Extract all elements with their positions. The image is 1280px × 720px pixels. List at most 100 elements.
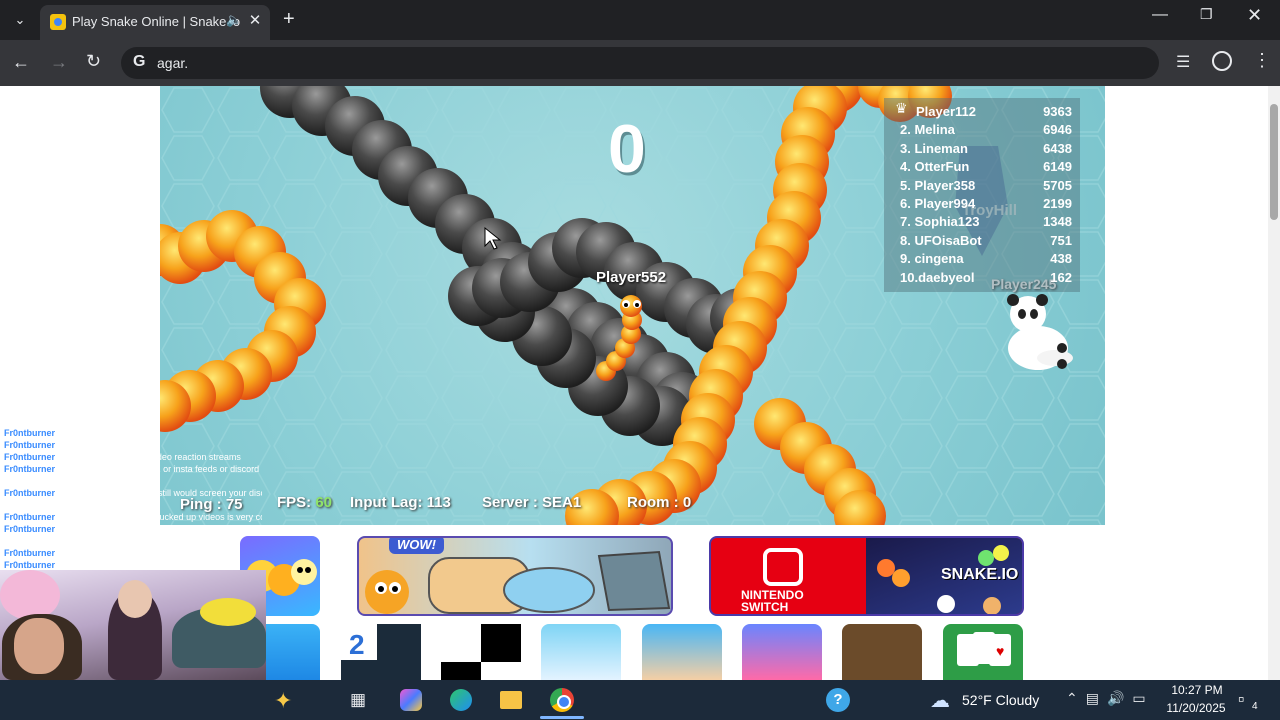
game-canvas[interactable]: TroyHill 0 Player552 Player245 ♛ Player1… [160, 86, 1105, 525]
leaderboard-name: 4. OtterFun [900, 159, 970, 175]
game-tile-2048[interactable]: 2 [341, 624, 421, 680]
leaderboard-row: 7. Sophia123 1348 [884, 214, 1080, 232]
room-stat: Room : 0 [627, 494, 692, 511]
tile-solitaire-art: ♥ [957, 632, 1011, 666]
media-control-icon[interactable]: ☰ [1176, 52, 1190, 72]
active-app-indicator [540, 716, 584, 719]
window-close-icon[interactable]: ✕ [1247, 5, 1262, 26]
fps-stat: FPS: 60 [277, 494, 332, 511]
speaker-icon[interactable]: 🔈 [226, 12, 242, 28]
chat-line: Fr0ntburner Slave labor I like it [4, 548, 262, 558]
plus-icon[interactable]: + [283, 8, 295, 30]
game-stats: FPS: 60 Input Lag: 113 Server : SEA1 Roo… [277, 494, 797, 514]
score-display: 0 [608, 111, 646, 187]
leaderboard-name: 2. Melina [900, 122, 955, 138]
cloud-icon[interactable]: ☁ [930, 688, 950, 713]
leaderboard-score: 438 [1050, 251, 1072, 267]
game-tile-wood-block[interactable] [842, 624, 922, 680]
leaderboard-row: 9. cingena 438 [884, 251, 1080, 269]
input-lag-stat: Input Lag: 113 [350, 494, 451, 511]
m365-icon[interactable] [400, 689, 422, 711]
snake-io-favicon-icon [50, 14, 66, 30]
game-tile-ear[interactable] [642, 624, 722, 680]
notification-icon[interactable]: ▫ [1238, 689, 1244, 710]
leaderboard-name: 7. Sophia123 [900, 214, 980, 230]
svg-text:♥: ♥ [996, 643, 1004, 659]
leaderboard-name: 9. cingena [900, 251, 964, 267]
page-scrollbar[interactable] [1268, 86, 1280, 680]
clock-date[interactable]: 11/20/2025 [1158, 701, 1234, 715]
weather-text[interactable]: 52°F Cloudy [962, 692, 1039, 708]
webcam-overlay [0, 570, 266, 680]
leaderboard-name: 6. Player994 [900, 196, 976, 211]
chat-username: Fr0ntburner [4, 464, 56, 474]
leaderboard-row: 10.daebyeol 162 [884, 270, 1080, 288]
nintendo-switch-ad[interactable]: NINTENDO SWITCH SNAKE.IO [709, 536, 1024, 616]
game-tile-solitaire[interactable]: ♥ [943, 624, 1023, 680]
wow-game-ad[interactable]: WOW! [357, 536, 673, 616]
address-input[interactable]: agar. [157, 55, 188, 71]
chat-username: Fr0ntburner [4, 452, 56, 462]
network-icon[interactable]: ▤ [1086, 690, 1107, 706]
google-icon: G [133, 53, 146, 70]
snake-io-promo: SNAKE.IO [866, 538, 1022, 614]
browser-tab-bar: ⌄ Play Snake Online | Snake.io 🔈 ✕ + — ❐… [0, 0, 1280, 40]
streamer-right-face [118, 580, 152, 618]
file-explorer-icon[interactable] [500, 691, 522, 709]
chat-message: You could always pay some Indian dude $5… [58, 524, 262, 534]
leaderboard-row: 5. Player358 5705 [884, 178, 1080, 196]
chevron-down-icon[interactable]: ⌄ [8, 8, 32, 32]
minimize-icon[interactable]: — [1152, 6, 1168, 24]
leaderboard-score: 2199 [1043, 196, 1072, 211]
scroll-thumb[interactable] [1270, 104, 1278, 220]
ping-stat: Ping : 75 [180, 496, 243, 513]
arrow-right-icon[interactable]: → [50, 52, 68, 73]
restore-icon[interactable]: ❐ [1200, 6, 1213, 23]
chat-username: Fr0ntburner [4, 524, 56, 534]
edge-icon[interactable] [450, 689, 472, 711]
chat-line: submissions [4, 476, 262, 486]
help-icon[interactable]: ? [826, 688, 850, 712]
chat-message: Slave labor I like it [58, 548, 132, 558]
copilot-icon[interactable]: ✦ [274, 688, 292, 714]
svg-text:2: 2 [349, 629, 365, 660]
leaderboard-name: 10.daebyeol [900, 269, 975, 285]
clock-time[interactable]: 10:27 PM [1164, 683, 1230, 697]
server-stat: Server : SEA1 [482, 494, 582, 511]
volume-icon[interactable]: 🔊 [1107, 690, 1132, 706]
plush-yellow [200, 598, 256, 626]
arrow-left-icon[interactable]: ← [12, 52, 30, 73]
tile-bw-art [441, 624, 521, 680]
game-tile-black-white[interactable] [441, 624, 521, 680]
browser-toolbar: ← → ↻ G agar. ☰ ⋮ [0, 40, 1280, 86]
address-bar[interactable]: G agar. [121, 47, 1159, 79]
chat-message: submissions [7, 476, 57, 486]
game-tile-helix[interactable] [742, 624, 822, 680]
reload-icon[interactable]: ↻ [86, 51, 101, 72]
task-view-icon[interactable]: ▦ [350, 690, 366, 710]
chat-username: Fr0ntburner [4, 560, 56, 570]
game-tile-runner[interactable] [541, 624, 621, 680]
leaderboard-row: Player112 9363 [884, 104, 1080, 122]
chat-username: Fr0ntburner [4, 488, 56, 498]
chat-line: Fr0ntburner Pranking streamers with fucke… [4, 512, 262, 522]
nintendo-switch-logo-icon [763, 548, 803, 586]
leaderboard-name: 8. UFOisaBot [900, 232, 982, 248]
notification-count: 4 [1252, 701, 1258, 712]
battery-icon[interactable]: ▭ [1132, 690, 1153, 706]
tray-chevron-icon[interactable]: ⌃ [1066, 690, 1086, 706]
close-icon[interactable]: ✕ [246, 11, 264, 29]
snake-io-logo: SNAKE.IO [941, 566, 1019, 583]
system-tray[interactable]: ⌃▤🔊▭ [1066, 690, 1154, 707]
chat-line: Fr0ntburner He's gonna make you a skin, d… [4, 560, 262, 570]
chrome-icon[interactable] [550, 688, 574, 712]
leaderboard-score: 5705 [1043, 177, 1072, 193]
kebab-menu-icon[interactable]: ⋮ [1253, 50, 1271, 71]
leaderboard-score: 6438 [1043, 140, 1072, 156]
chat-line: it also, if that's your jam [4, 536, 262, 546]
leaderboard-score: 9363 [1043, 104, 1072, 119]
fps-value: 60 [315, 494, 333, 511]
browser-tab[interactable]: Play Snake Online | Snake.io 🔈 ✕ [40, 5, 270, 40]
profile-icon[interactable] [1212, 51, 1232, 71]
leaderboard-name: 3. Lineman [900, 140, 968, 156]
